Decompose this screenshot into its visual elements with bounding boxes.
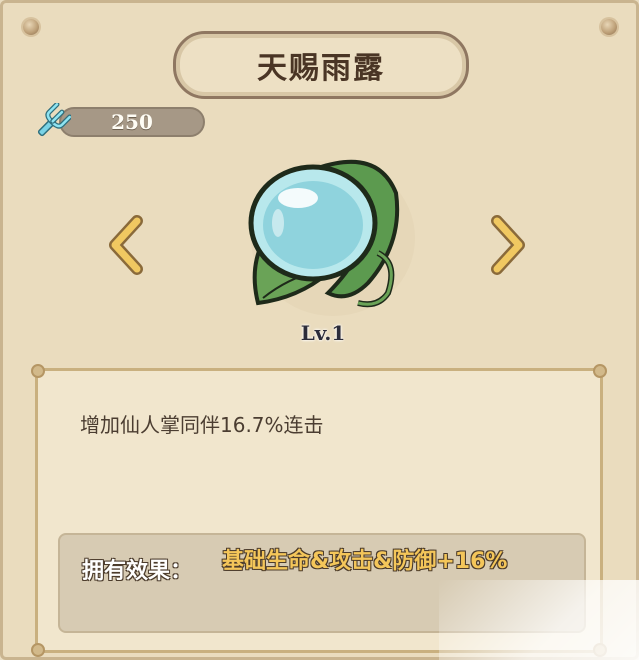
corner-ornament bbox=[31, 364, 45, 378]
chevron-right-icon[interactable] bbox=[489, 215, 529, 275]
title-plate: 天赐雨露 bbox=[173, 31, 469, 99]
currency-bar: 250 bbox=[59, 107, 205, 137]
corner-ornament bbox=[31, 643, 45, 657]
effect-label: 拥有效果： bbox=[82, 559, 193, 584]
item-description: 增加仙人掌同伴16.7%连击 bbox=[80, 413, 324, 437]
item-title: 天赐雨露 bbox=[257, 51, 385, 86]
rivet-top-right bbox=[601, 19, 617, 35]
fork-icon bbox=[37, 103, 71, 137]
item-level: Lv.1 bbox=[300, 321, 346, 345]
rivet-top-left bbox=[23, 19, 39, 35]
item-detail-panel: 天赐雨露 250 Lv.1 增加仙人掌同伴16.7%连击 拥有效果： 基础生命&… bbox=[0, 0, 639, 660]
dew-gem-leaf-icon bbox=[248, 159, 415, 316]
effect-value: 基础生命&攻击&防御+16% bbox=[222, 549, 508, 574]
watermark-blur bbox=[439, 580, 639, 660]
currency-display: 250 bbox=[33, 103, 205, 141]
currency-value: 250 bbox=[111, 110, 153, 134]
corner-ornament bbox=[593, 364, 607, 378]
chevron-left-icon[interactable] bbox=[105, 215, 145, 275]
